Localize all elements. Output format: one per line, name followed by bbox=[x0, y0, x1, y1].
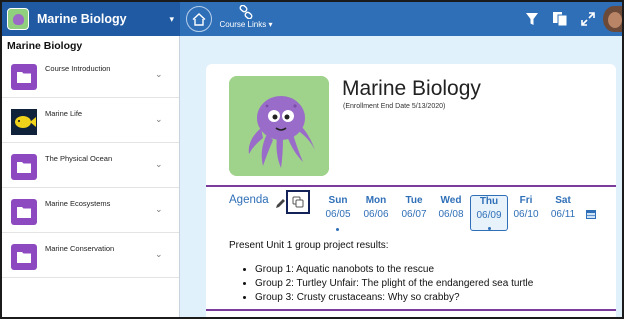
page-title: Marine Biology bbox=[342, 77, 481, 100]
day-sun[interactable]: Sun 06/05 bbox=[319, 195, 357, 231]
sidebar-item-physical-ocean[interactable]: The Physical Ocean ⌄ bbox=[2, 144, 179, 188]
top-navbar: Marine Biology ▾ Course Links ▾ bbox=[2, 2, 622, 36]
divider bbox=[206, 185, 616, 187]
fish-photo bbox=[11, 109, 37, 135]
octopus-image bbox=[229, 76, 329, 176]
day-sat[interactable]: Sat 06/11 bbox=[544, 195, 582, 231]
event-dot bbox=[488, 227, 491, 230]
expand-icon bbox=[581, 12, 595, 26]
sidebar-item-marine-ecosystems[interactable]: Marine Ecosystems ⌄ bbox=[2, 189, 179, 233]
chevron-down-icon[interactable]: ⌄ bbox=[155, 249, 163, 260]
course-selector[interactable]: Marine Biology ▾ bbox=[2, 2, 180, 36]
sidebar-item-label: Marine Life bbox=[45, 109, 83, 118]
sidebar: Marine Biology Course Introduction ⌄ Mar… bbox=[2, 36, 180, 317]
chevron-down-icon[interactable]: ⌄ bbox=[155, 114, 163, 125]
day-mon[interactable]: Mon 06/06 bbox=[357, 195, 395, 231]
pencil-icon bbox=[276, 199, 285, 208]
divider bbox=[206, 309, 616, 311]
copy-agenda-button[interactable] bbox=[286, 190, 310, 214]
sidebar-item-course-introduction[interactable]: Course Introduction ⌄ bbox=[2, 54, 179, 98]
course-logo bbox=[7, 8, 29, 30]
chevron-down-icon[interactable]: ⌄ bbox=[155, 159, 163, 170]
chevron-down-icon[interactable]: ⌄ bbox=[155, 204, 163, 215]
folder-icon bbox=[11, 199, 37, 225]
agenda-label: Agenda bbox=[229, 194, 269, 206]
sidebar-title: Marine Biology bbox=[7, 40, 83, 52]
list-item: Group 2: Turtley Unfair: The plight of t… bbox=[255, 278, 533, 289]
sidebar-item-label: Course Introduction bbox=[45, 64, 111, 73]
filter-icon bbox=[526, 13, 538, 25]
course-links-label: Course Links ▾ bbox=[219, 20, 273, 29]
sidebar-item-label: Marine Conservation bbox=[45, 244, 115, 253]
course-card: Marine Biology (Enrollment End Date 5/13… bbox=[206, 64, 616, 317]
agenda-list: Group 1: Aquatic nanobots to the rescue … bbox=[255, 264, 533, 306]
folder-icon bbox=[11, 244, 37, 270]
home-icon bbox=[192, 12, 206, 26]
expand-button[interactable] bbox=[579, 10, 597, 28]
day-wed[interactable]: Wed 06/08 bbox=[432, 195, 470, 231]
list-item: Group 1: Aquatic nanobots to the rescue bbox=[255, 264, 533, 275]
app-window: Marine Biology ▾ Course Links ▾ Marine B… bbox=[0, 0, 624, 319]
agenda-intro: Present Unit 1 group project results: bbox=[229, 240, 389, 251]
user-avatar[interactable] bbox=[603, 6, 622, 32]
course-selector-title: Marine Biology bbox=[37, 12, 127, 26]
enrollment-end-date: (Enrollment End Date 5/13/2020) bbox=[343, 103, 446, 110]
day-tue[interactable]: Tue 06/07 bbox=[395, 195, 433, 231]
chevron-down-icon[interactable]: ⌄ bbox=[155, 69, 163, 80]
sidebar-item-marine-conservation[interactable]: Marine Conservation ⌄ bbox=[2, 234, 179, 278]
documents-icon bbox=[553, 12, 568, 27]
day-thu-selected[interactable]: Thu 06/09 bbox=[470, 195, 508, 231]
copy-pages-button[interactable] bbox=[551, 10, 569, 28]
chevron-down-icon: ▾ bbox=[169, 13, 174, 24]
calendar-icon bbox=[586, 210, 596, 219]
folder-icon bbox=[11, 64, 37, 90]
link-icon bbox=[239, 5, 253, 19]
course-links-button[interactable]: Course Links ▾ bbox=[216, 4, 276, 34]
sidebar-item-marine-life[interactable]: Marine Life ⌄ bbox=[2, 99, 179, 143]
event-dot bbox=[336, 228, 339, 231]
list-item: Group 3: Crusty crustaceans: Why so crab… bbox=[255, 292, 533, 303]
day-fri[interactable]: Fri 06/10 bbox=[507, 195, 545, 231]
calendar-button[interactable] bbox=[585, 207, 597, 219]
filter-button[interactable] bbox=[523, 10, 541, 28]
home-button[interactable] bbox=[186, 6, 212, 32]
sidebar-item-label: The Physical Ocean bbox=[45, 154, 113, 163]
folder-icon bbox=[11, 154, 37, 180]
sidebar-item-label: Marine Ecosystems bbox=[45, 199, 111, 208]
edit-agenda-button[interactable] bbox=[274, 197, 286, 209]
copy-icon bbox=[292, 196, 304, 208]
